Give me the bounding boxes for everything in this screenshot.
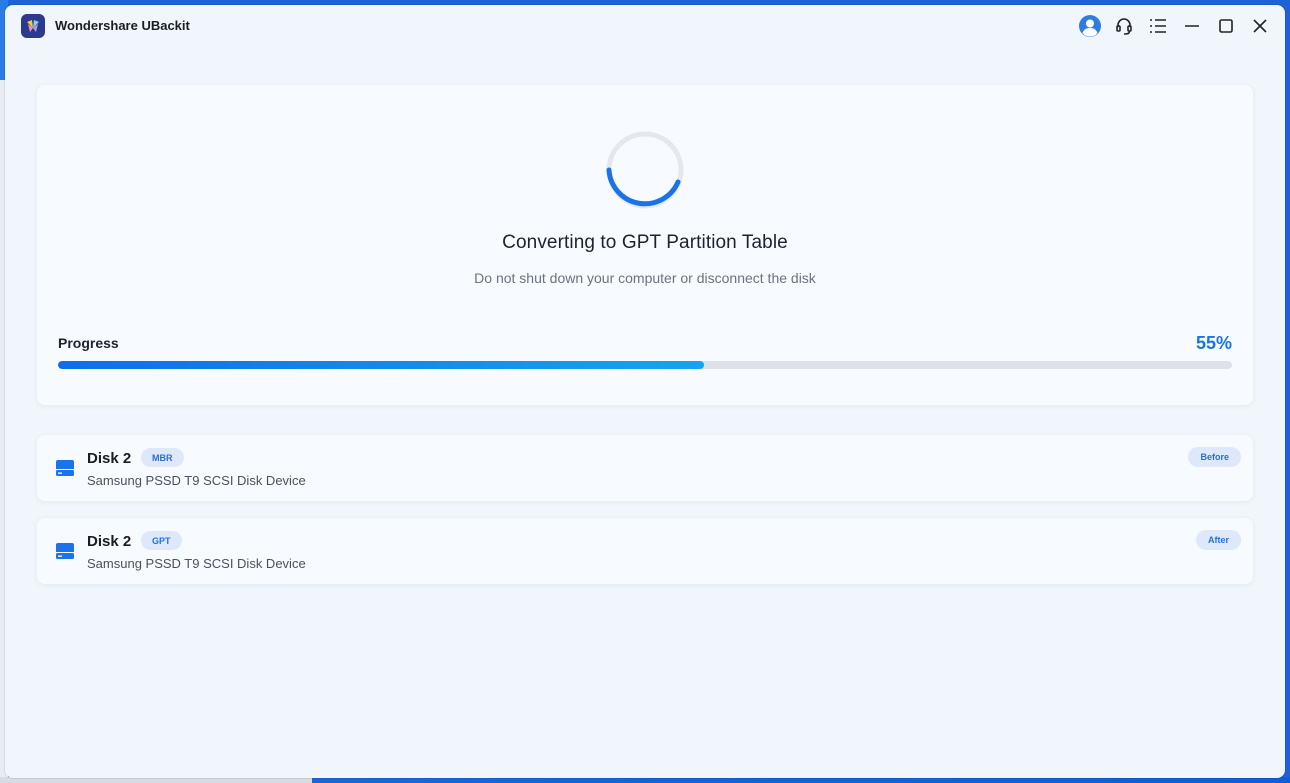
progress-bar-fill — [58, 361, 704, 369]
app-window: Wondershare UBackit Converting to GPT Pa… — [5, 5, 1285, 778]
app-logo-icon — [21, 14, 45, 38]
progress-bar — [58, 361, 1232, 369]
disk-drive-icon — [56, 543, 74, 559]
account-icon[interactable] — [1073, 11, 1107, 41]
title-bar-controls — [1073, 11, 1277, 41]
progress-label: Progress — [58, 335, 119, 351]
maximize-icon[interactable] — [1209, 11, 1243, 41]
disk-description: Samsung PSSD T9 SCSI Disk Device — [87, 473, 306, 488]
menu-icon[interactable] — [1141, 11, 1175, 41]
disk-description: Samsung PSSD T9 SCSI Disk Device — [87, 556, 306, 571]
partition-type-badge: MBR — [141, 448, 184, 467]
app-title: Wondershare UBackit — [55, 18, 190, 33]
state-badge-after: After — [1195, 530, 1241, 550]
support-icon[interactable] — [1107, 11, 1141, 41]
disk-card-before: Disk 2 MBR Samsung PSSD T9 SCSI Disk Dev… — [37, 435, 1253, 501]
disk-card-after: Disk 2 GPT Samsung PSSD T9 SCSI Disk Dev… — [37, 518, 1253, 584]
conversion-progress-card: Converting to GPT Partition Table Do not… — [37, 85, 1253, 405]
minimize-icon[interactable] — [1175, 11, 1209, 41]
disk-drive-icon — [56, 460, 74, 476]
loading-spinner-icon — [606, 131, 684, 209]
conversion-title: Converting to GPT Partition Table — [502, 232, 788, 253]
disk-name: Disk 2 — [87, 533, 132, 550]
disk-name: Disk 2 — [87, 450, 132, 467]
title-bar[interactable]: Wondershare UBackit — [5, 5, 1285, 47]
partition-type-badge: GPT — [141, 531, 182, 550]
close-icon[interactable] — [1243, 11, 1277, 41]
conversion-subtitle: Do not shut down your computer or discon… — [474, 270, 816, 286]
state-badge-before: Before — [1188, 447, 1241, 467]
progress-percent: 55% — [1195, 333, 1232, 353]
